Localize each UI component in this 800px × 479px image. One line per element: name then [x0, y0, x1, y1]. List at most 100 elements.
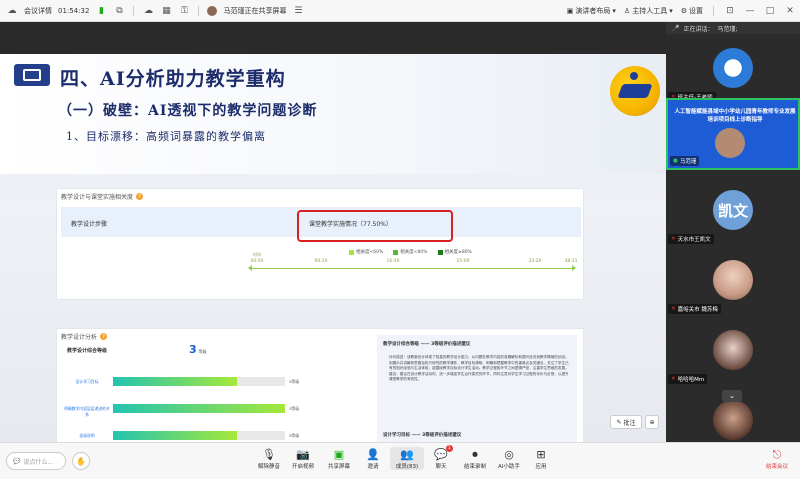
design-step-label: 教学设计步骤	[71, 221, 108, 228]
cloud-icon[interactable]: ☁	[142, 5, 154, 17]
speaker-video	[715, 128, 745, 158]
slide-header: 四、AI分析助力教学重构 （一）破壁：AI透视下的教学问题诊断 1、目标漂移：高…	[0, 54, 666, 174]
zoom-icon: ⊕	[649, 418, 655, 426]
evaluation-box: 教学设计综合等级 —— 3等级评价描述建议 评价描述：该教案设计体现了较高的教学…	[377, 335, 577, 443]
share-screen-icon: ▣	[333, 448, 345, 461]
help-icon: ?	[136, 193, 144, 200]
meeting-details-label[interactable]: 会议详情	[24, 6, 52, 16]
training-banner: 人工智能赋能县域中小学幼儿园青年教师专业发展培训项目线上诊断指导	[674, 109, 796, 123]
bar-label: 明确教学内容层层递进的关系	[64, 406, 110, 417]
scroll-down-button[interactable]: ⌄	[722, 390, 742, 402]
avatar	[713, 260, 753, 300]
zoom-button[interactable]: ⊕	[645, 415, 659, 429]
ai-assistant-button[interactable]: ◎ AI小助手	[492, 447, 526, 470]
members-button[interactable]: 👥 成员(83)	[390, 447, 424, 470]
participant-tile[interactable]: ✕班主任-王老师	[666, 34, 800, 104]
apps-button[interactable]: ⊞ 应用	[524, 447, 558, 470]
meeting-info-icon[interactable]: ☁	[6, 5, 18, 17]
bar-track	[113, 377, 285, 386]
ai-assistant-icon: ◎	[504, 448, 514, 461]
apps-icon: ⊞	[536, 448, 546, 461]
minimize-icon[interactable]: —	[744, 5, 756, 17]
popout-icon[interactable]: ⧉	[113, 5, 125, 17]
relevance-panel: 教学设计与课堂实施相关度 ? 教学设计步骤 课堂教学实施情况（77.50%） 相…	[56, 188, 584, 300]
layout-menu[interactable]: ▣ 演讲者布局 ▾	[567, 6, 616, 16]
stop-recording-button[interactable]: ⏺ 结束录制	[458, 447, 492, 470]
slide-title: 四、AI分析助力教学重构	[60, 68, 286, 90]
calendar-icon[interactable]: ▦	[160, 5, 172, 17]
relevance-panel-title: 教学设计与课堂实施相关度	[61, 194, 134, 201]
invite-icon: 👤	[366, 448, 380, 461]
timeline-tick: 16:40	[386, 259, 400, 264]
hand-icon: ✋	[76, 456, 86, 466]
start-video-button[interactable]: 📷 开启视频	[286, 447, 320, 470]
sharing-menu-icon[interactable]: ☰	[292, 5, 304, 17]
timeline-start-label: 时间	[253, 252, 261, 257]
timeline-tick: 38:31	[564, 259, 578, 264]
participant-tile[interactable]: 凯文 ✕ 天水市王凯文	[666, 176, 800, 246]
bottom-toolbar: 💬 说点什么... ✋ 🎙 解除静音 📷 开启视频 ▣ 共享屏幕 👤 邀请 👥 成员(83)…	[0, 442, 800, 479]
slide-logo-icon	[14, 64, 50, 86]
raise-hand-button[interactable]: ✋	[72, 452, 90, 470]
bar-tag: 3等级	[289, 406, 300, 411]
pen-icon: ✎	[616, 418, 622, 426]
legend-swatch	[349, 249, 354, 255]
participant-tile[interactable]: ✕ 哈哈哈Mm	[666, 316, 800, 386]
end-meeting-button[interactable]: ⎋ 结束会议	[762, 447, 792, 470]
presenter-avatar	[207, 5, 218, 16]
slide-subtitle-2: 1、目标漂移：高频词暴露的教学偏离	[66, 130, 266, 143]
chat-icon: 💬 1	[434, 445, 453, 462]
mic-off-icon: 🎙	[262, 448, 276, 461]
mic-icon: 🎤	[672, 24, 680, 32]
gear-icon: ⚙	[680, 7, 687, 15]
legend-swatch	[393, 249, 399, 255]
speaking-indicator: 🎤 正在讲话： 马范瑾;	[666, 22, 800, 34]
presentation-slide: 四、AI分析助力教学重构 （一）破壁：AI透视下的教学问题诊断 1、目标漂移：高…	[0, 54, 666, 444]
participant-tile[interactable]: ✕ 嘉峪关市 魏苏梅	[666, 246, 800, 316]
window-pin-icon[interactable]: ⊡	[724, 5, 736, 17]
chat-bubble-icon: 💬	[13, 457, 21, 465]
maximize-icon[interactable]: □	[764, 5, 776, 17]
participant-tile[interactable]: ⌄	[666, 386, 800, 442]
red-highlight-annotation	[297, 210, 453, 242]
mic-icon: ●	[673, 158, 678, 164]
school-emblem-icon	[610, 66, 660, 116]
shared-screen: 四、AI分析助力教学重构 （一）破壁：AI透视下的教学问题诊断 1、目标漂移：高…	[0, 22, 666, 444]
record-icon: ⏺	[472, 448, 478, 461]
share-screen-button[interactable]: ▣ 共享屏幕	[322, 447, 356, 470]
design-analysis-panel: 教学设计分析 ? 教学设计综合等级 3 等级 设计学习目标 3等级 明确教学内容层…	[56, 328, 584, 444]
evaluation-text: 评价描述：该教案设计体现了较高的教学设计能力。从问题在教学内容的准确解析和提问设…	[389, 355, 569, 382]
bar-fill	[113, 431, 237, 440]
lock-icon[interactable]: ⚿	[178, 5, 190, 17]
evaluation-footer[interactable]: 设计学习目标 —— 3等级评价描述建议	[383, 432, 461, 438]
annotate-button[interactable]: ✎ 批注	[610, 415, 642, 429]
bar-fill	[113, 377, 237, 386]
timeline-tick: 00:20	[314, 259, 328, 264]
host-tools-menu[interactable]: ♙ 主持人工具 ▾	[624, 6, 673, 16]
settings-menu[interactable]: ⚙ 设置	[681, 6, 703, 16]
mic-off-icon: ✕	[671, 306, 676, 312]
avatar	[713, 330, 753, 370]
chat-button[interactable]: 💬 1 聊天	[424, 445, 458, 470]
top-bar: ☁ 会议详情 01:54:32 ▮ ⧉ ☁ ▦ ⚿ 马范瑾正在共享屏幕 ☰ ▣ 演…	[0, 0, 800, 22]
timeline-tick: 33:20	[528, 259, 542, 264]
invite-button[interactable]: 👤 邀请	[356, 447, 390, 470]
legend-item: 相关度<60%	[349, 249, 383, 255]
bar-fill	[113, 404, 285, 413]
timeline-tick: 00:00	[250, 259, 264, 264]
slide-subtitle-1: （一）破壁：AI透视下的教学问题诊断	[58, 103, 318, 119]
legend-item: 相关度≥80%	[437, 249, 472, 255]
active-speaker-tile[interactable]: 人工智能赋能县域中小学幼儿园青年教师专业发展培训项目线上诊断指导 ● 马范瑾	[666, 98, 800, 170]
unmute-button[interactable]: 🎙 解除静音	[252, 447, 286, 470]
chat-input[interactable]: 💬 说点什么...	[6, 452, 66, 470]
mic-off-icon: ✕	[671, 236, 676, 242]
timeline-tick: 25:00	[456, 259, 470, 264]
bar-label: 设计学习目标	[75, 379, 99, 384]
close-icon[interactable]: ✕	[784, 5, 796, 17]
chevron-down-icon: ⌄	[729, 392, 735, 400]
unread-badge: 1	[445, 445, 453, 452]
person-icon: ♙	[623, 7, 631, 15]
avatar	[713, 48, 753, 88]
participants-panel: 🎤 正在讲话： 马范瑾; ✕班主任-王老师 人工智能赋能县域中小学幼儿园青年教师…	[666, 22, 800, 442]
avatar: 凯文	[713, 190, 753, 230]
